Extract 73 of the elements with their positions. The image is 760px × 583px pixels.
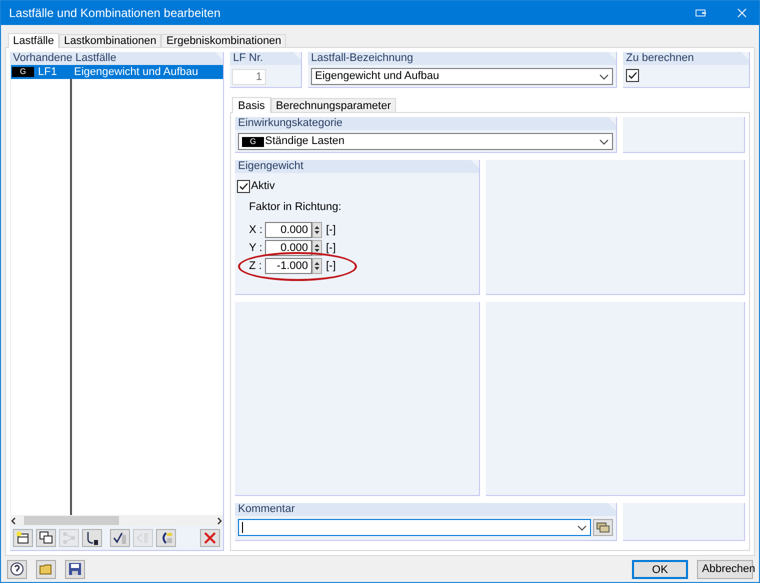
table-cell-text: Eigengewicht und Aufbau (73, 64, 198, 80)
scrollbar-thumb[interactable] (24, 516, 119, 525)
open-button[interactable] (36, 560, 56, 578)
dropdown[interactable]: G Ständige Lasten (238, 133, 613, 150)
tab[interactable]: Lastfälle (8, 33, 59, 48)
checkbox[interactable] (626, 69, 639, 82)
field-label: Faktor in Richtung: (249, 200, 342, 214)
group-header: Kommentar (235, 503, 616, 516)
checklist-icon (112, 530, 128, 546)
save-button[interactable] (65, 560, 85, 578)
unit-label: [-] (326, 258, 336, 274)
unit-label: [-] (326, 222, 336, 238)
open-icon (39, 562, 53, 576)
check-icon (238, 180, 249, 192)
check-icon (627, 70, 638, 81)
group-header: Vorhandene Lastfälle (10, 52, 223, 65)
toolbar-button[interactable] (13, 529, 33, 547)
scroll-left-icon[interactable] (10, 516, 18, 524)
table-icon (15, 530, 31, 546)
axis-label: Y : (249, 240, 264, 256)
spinner-arrows-icon (314, 243, 320, 253)
list-row[interactable]: G LF1 Eigengewicht und Aufbau (11, 65, 223, 79)
scroll-right-icon[interactable] (215, 516, 223, 524)
window-title: Lastfälle und Kombinationen bearbeiten (9, 5, 222, 22)
tab[interactable]: Basis (232, 97, 271, 113)
toolbar-button[interactable] (82, 529, 102, 547)
close-icon[interactable] (737, 8, 747, 18)
windows-icon (38, 530, 54, 546)
folders-icon (596, 522, 610, 534)
tab[interactable]: Berechnungsparameter (270, 98, 396, 112)
spin-button[interactable] (312, 240, 322, 256)
dialog-button[interactable]: Abbrechen (697, 560, 753, 578)
number-field[interactable]: 0.000 (265, 222, 312, 238)
unit-label: [-] (326, 240, 336, 256)
help-icon (10, 562, 24, 576)
chevron-down-icon[interactable] (577, 524, 587, 530)
group-header: LF Nr. (230, 52, 301, 65)
save-icon (68, 562, 82, 576)
spin-button[interactable] (312, 258, 322, 274)
spinner-arrows-icon (314, 261, 320, 271)
tab[interactable]: Ergebniskombinationen (161, 34, 286, 47)
help-button[interactable] (7, 560, 27, 578)
dropdown-value: Ständige Lasten (265, 134, 346, 150)
comment-field[interactable] (238, 519, 591, 536)
checkbox-label: Aktiv (251, 179, 275, 194)
chevron-down-icon[interactable] (599, 138, 609, 144)
window-icon[interactable] (695, 8, 707, 18)
scrollbar[interactable] (10, 515, 223, 526)
group-header: Eigengewicht (235, 160, 479, 173)
toolbar-button[interactable] (110, 529, 130, 547)
axis-label: X : (249, 222, 264, 238)
checkbox[interactable] (237, 180, 250, 193)
delete-icon (202, 530, 218, 546)
number-field[interactable]: 0.000 (265, 240, 312, 256)
tab[interactable]: Lastkombinationen (58, 34, 162, 47)
table-cell-text: LF1 (38, 64, 57, 80)
number-field[interactable]: -1.000 (265, 258, 312, 274)
group-header: Zu berechnen (623, 52, 749, 65)
comment-button[interactable] (593, 519, 613, 536)
toolbar-button[interactable] (156, 529, 176, 547)
dialog-button[interactable]: OK (632, 560, 688, 578)
group-header: Lastfall-Bezeichnung (308, 52, 616, 65)
category-badge: G (242, 136, 264, 146)
toolbar-button[interactable] (36, 529, 56, 547)
dropdown-value: Eigengewicht und Aufbau (315, 69, 440, 84)
category-badge: G (12, 67, 34, 77)
axis-label: Z : (249, 258, 263, 274)
dropdown[interactable]: Eigengewicht und Aufbau (311, 68, 613, 85)
spinner-arrows-icon (314, 225, 320, 235)
chevron-down-icon[interactable] (599, 74, 609, 80)
group-header: Einwirkungskategorie (235, 117, 616, 130)
spin-button[interactable] (312, 222, 322, 238)
nodes-icon (61, 530, 77, 546)
